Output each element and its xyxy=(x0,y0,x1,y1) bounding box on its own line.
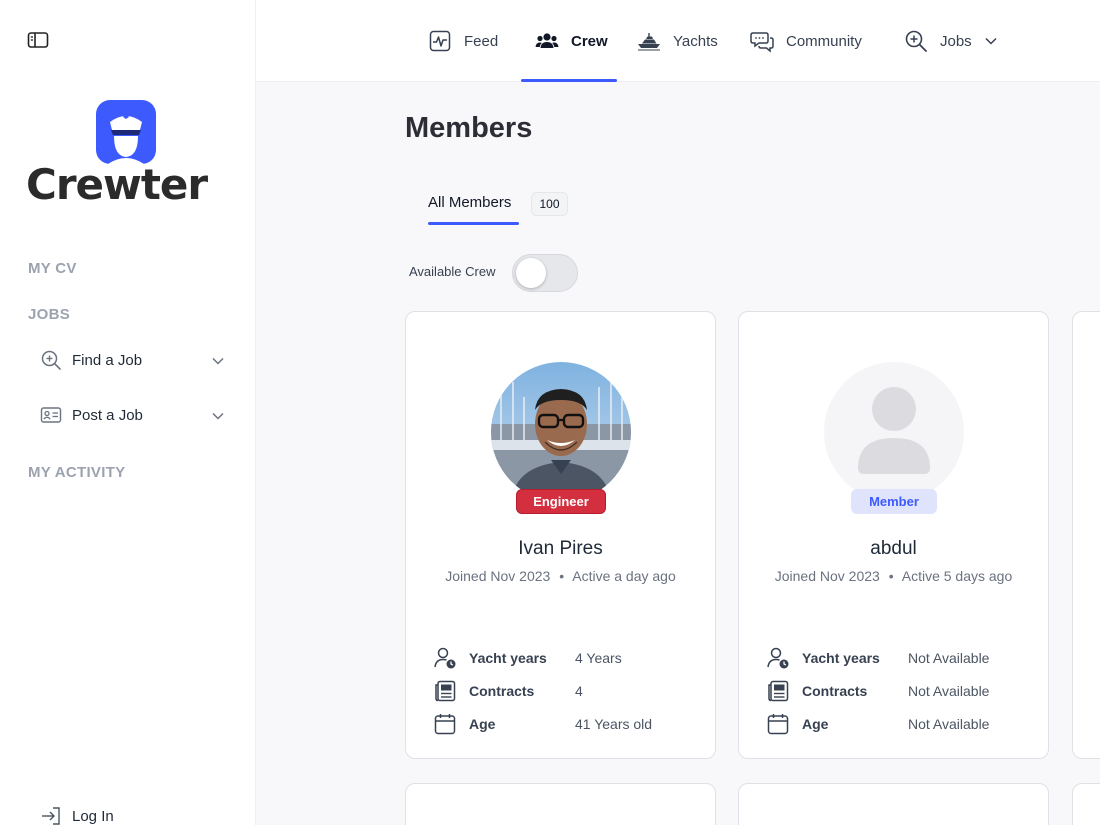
role-badge: Engineer xyxy=(516,489,606,514)
nav-item-yachts[interactable]: Yachts xyxy=(637,0,718,82)
newspaper-icon xyxy=(766,679,790,703)
active-nav-indicator xyxy=(521,79,617,82)
nav-item-feed[interactable]: Feed xyxy=(428,0,498,82)
chevron-down-icon[interactable] xyxy=(984,34,998,48)
member-meta: Joined Nov 2023 • Active a day ago xyxy=(406,568,715,584)
member-card[interactable]: Engineer Ivan Pires Joined Nov 2023 • Ac… xyxy=(405,311,716,759)
crewter-logo-icon[interactable] xyxy=(96,100,156,164)
stat-contracts: Contracts 4 xyxy=(433,678,703,704)
sidebar-my-activity[interactable]: MY ACTIVITY xyxy=(28,464,125,481)
joined-date: Joined Nov 2023 xyxy=(774,568,880,584)
member-name[interactable]: abdul xyxy=(739,538,1048,560)
last-active: Active a day ago xyxy=(572,568,676,584)
stat-label: Contracts xyxy=(469,683,535,699)
nav-label: Yachts xyxy=(673,32,718,50)
stat-age: Age Not Available xyxy=(766,711,1036,737)
nav-label: Crew xyxy=(571,32,608,50)
separator: • xyxy=(559,568,565,584)
search-plus-icon xyxy=(904,29,928,53)
user-clock-icon xyxy=(433,646,457,670)
calendar-icon xyxy=(766,712,790,736)
stat-age: Age 41 Years old xyxy=(433,711,703,737)
available-crew-label: Available Crew xyxy=(409,264,496,279)
sidebar-jobs-heading: JOBS xyxy=(28,306,71,323)
member-card-partial[interactable] xyxy=(1072,783,1100,825)
sidebar-item-find-a-job[interactable]: Find a Job xyxy=(40,345,225,375)
chevron-down-icon[interactable] xyxy=(211,354,225,368)
sidebar-item-post-a-job[interactable]: Post a Job xyxy=(40,400,225,430)
avatar-placeholder-icon[interactable] xyxy=(824,362,964,502)
separator: • xyxy=(888,568,894,584)
stat-value: Not Available xyxy=(908,683,990,699)
id-card-icon xyxy=(40,404,62,426)
activity-icon xyxy=(428,29,452,53)
nav-item-jobs[interactable]: Jobs xyxy=(904,0,998,82)
calendar-icon xyxy=(433,712,457,736)
sidebar-item-label: Find a Job xyxy=(72,351,143,369)
stat-contracts: Contracts Not Available xyxy=(766,678,1036,704)
stat-label: Age xyxy=(469,716,496,732)
stat-label: Age xyxy=(802,716,829,732)
stat-label: Contracts xyxy=(802,683,868,699)
stat-label: Yacht years xyxy=(469,650,547,666)
stat-label: Yacht years xyxy=(802,650,880,666)
brand-wordmark: Crewter xyxy=(26,160,208,209)
nav-label: Community xyxy=(786,32,862,50)
joined-date: Joined Nov 2023 xyxy=(445,568,551,584)
member-card[interactable]: Member abdul Joined Nov 2023 • Active 5 … xyxy=(738,311,1049,759)
nav-label: Feed xyxy=(464,32,499,50)
stat-yacht-years: Yacht years Not Available xyxy=(766,645,1036,671)
chevron-down-icon[interactable] xyxy=(211,409,225,423)
sidebar-item-label: Post a Job xyxy=(72,406,143,424)
avatar[interactable] xyxy=(491,362,631,502)
nav-item-crew[interactable]: Crew xyxy=(535,0,608,82)
yacht-icon xyxy=(637,29,661,53)
stat-value: 4 xyxy=(575,683,583,699)
users-icon xyxy=(535,29,559,53)
chat-icon xyxy=(750,29,774,53)
member-card-partial[interactable] xyxy=(738,783,1049,825)
nav-label: Jobs xyxy=(940,32,972,50)
stat-value: Not Available xyxy=(908,716,990,732)
login-button[interactable]: Log In xyxy=(40,805,114,825)
toggle-knob xyxy=(516,258,546,288)
login-label: Log In xyxy=(72,807,114,825)
top-navigation: Feed Crew Yachts Community Jobs xyxy=(256,0,1100,82)
login-icon xyxy=(40,805,62,825)
nav-item-community[interactable]: Community xyxy=(750,0,862,82)
last-active: Active 5 days ago xyxy=(901,568,1013,584)
stat-value: 4 Years xyxy=(575,650,622,666)
stat-yacht-years: Yacht years 4 Years xyxy=(433,645,703,671)
sidebar: Crewter MY CV JOBS Find a Job Post a Job… xyxy=(0,0,256,825)
tab-all-members[interactable]: All Members xyxy=(428,194,511,211)
sidebar-toggle-icon[interactable] xyxy=(27,31,49,49)
active-tab-indicator xyxy=(428,222,519,225)
sidebar-my-cv[interactable]: MY CV xyxy=(28,260,77,277)
available-crew-toggle[interactable] xyxy=(512,254,578,292)
search-plus-icon xyxy=(40,349,62,371)
role-badge: Member xyxy=(851,489,937,514)
member-name[interactable]: Ivan Pires xyxy=(406,538,715,560)
member-count-badge: 100 xyxy=(531,192,568,216)
newspaper-icon xyxy=(433,679,457,703)
member-card-partial[interactable] xyxy=(405,783,716,825)
member-meta: Joined Nov 2023 • Active 5 days ago xyxy=(739,568,1048,584)
user-clock-icon xyxy=(766,646,790,670)
stat-value: 41 Years old xyxy=(575,716,653,732)
page-title: Members xyxy=(405,112,533,144)
stat-value: Not Available xyxy=(908,650,990,666)
member-card-partial[interactable] xyxy=(1072,311,1100,759)
